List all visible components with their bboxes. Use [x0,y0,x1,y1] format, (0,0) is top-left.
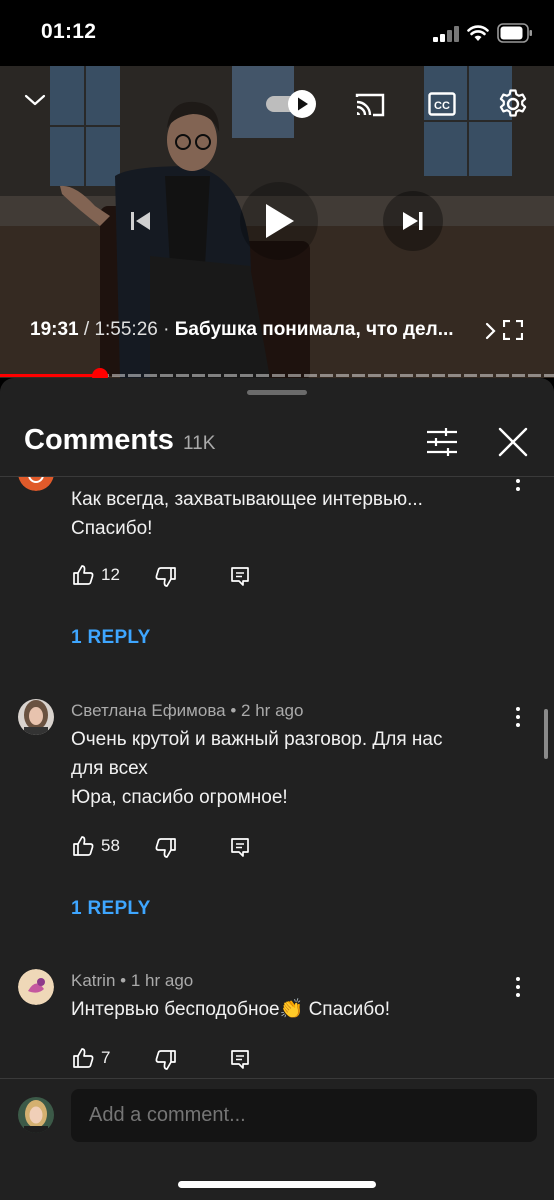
comment-meta: Светлана Ефимова • 2 hr ago [71,701,303,721]
chapter-title[interactable]: Бабушка понимала, что дел... [175,319,454,340]
settings-gear-icon[interactable] [497,88,529,120]
status-time: 01:12 [41,20,97,43]
playback-info[interactable]: 19:31 / 1:55:26 · Бабушка понимала, что … [30,319,500,341]
thumbs-down-icon[interactable] [155,1050,177,1070]
wifi-icon [467,25,489,41]
fullscreen-icon[interactable] [503,320,523,340]
current-time: 19:31 [30,319,79,340]
comments-scrollbar[interactable] [544,709,548,759]
view-replies-button[interactable]: 1 REPLY [71,898,151,920]
comments-list[interactable]: Как всегда, захватывающее интервью... Сп… [0,477,554,1077]
more-options-icon[interactable] [508,477,528,493]
close-icon[interactable] [497,426,529,458]
comment-text: Как всегда, захватывающее интервью... Сп… [71,489,423,539]
progress-fill [0,374,100,377]
view-replies-button[interactable]: 1 REPLY [71,627,151,649]
comment-author[interactable]: Светлана Ефимова [71,701,226,720]
reply-icon[interactable] [230,837,250,857]
comment-time: 1 hr ago [130,971,194,990]
like-button[interactable]: 7 [72,1048,110,1068]
comments-title: Comments [24,424,174,456]
comments-panel: Comments 11K Как всегда, захватывающее и… [0,378,554,1200]
like-count: 58 [101,836,120,855]
like-button[interactable]: 58 [72,836,120,856]
comment-text: Интервью бесподобное👏 Спасибо! [71,999,390,1020]
next-button[interactable] [383,191,443,251]
play-button[interactable] [240,182,318,260]
chapter-bullet: · [163,319,170,340]
comment-item: Katrin • 1 hr ago Интервью бесподобное👏 … [0,969,554,1077]
thumbs-down-icon[interactable] [155,838,177,858]
comments-count: 11K [183,433,216,454]
autoplay-toggle[interactable] [264,89,320,119]
svg-text:CC: CC [434,100,450,112]
video-player[interactable]: CC 19:31 / 1:55:26 · Бабушка понимала, ч… [0,66,554,378]
more-options-icon[interactable] [508,705,528,729]
thumbs-up-icon [73,836,94,856]
meta-dot: • [230,701,237,720]
reply-icon[interactable] [230,1049,250,1069]
avatar[interactable] [18,699,54,735]
comment-item: Светлана Ефимова • 2 hr ago Очень крутой… [0,699,554,959]
cellular-signal-icon [433,26,459,42]
meta-dot: • [120,971,127,990]
add-comment-input[interactable] [71,1089,537,1142]
avatar-image [18,477,54,491]
comment-time: 2 hr ago [241,701,304,720]
comment-text: Очень крутой и важный разговор. Для нас … [71,729,443,808]
like-count: 7 [101,1048,111,1067]
comment-author[interactable]: Katrin [71,971,115,990]
video-duration: 1:55:26 [94,319,158,340]
avatar[interactable] [18,477,54,491]
thumbs-up-icon [73,1048,94,1068]
more-options-icon[interactable] [508,975,528,999]
user-avatar-image [18,1097,54,1133]
play-icon [266,204,294,238]
comment-item: Как всегда, захватывающее интервью... Сп… [0,477,554,687]
autoplay-icon [266,90,316,118]
captions-icon[interactable]: CC [428,92,456,116]
like-count: 12 [101,565,120,584]
avatar-image [18,969,54,1005]
next-icon [403,212,423,230]
avatar-image [18,699,54,735]
time-separator: / [83,319,90,340]
avatar[interactable] [18,969,54,1005]
thumbs-up-icon [73,565,94,585]
status-bar: 01:12 [0,0,554,66]
chapter-chevron-right-icon[interactable] [484,322,496,340]
reply-icon[interactable] [230,566,250,586]
home-indicator[interactable] [178,1181,376,1188]
minimize-chevron-icon[interactable] [24,92,46,108]
sort-filter-icon[interactable] [424,426,460,458]
drag-handle[interactable] [247,390,307,395]
user-avatar [18,1097,54,1133]
comment-meta: Katrin • 1 hr ago [71,971,193,991]
previous-icon[interactable] [128,208,154,234]
cast-icon[interactable] [354,92,386,118]
thumbs-down-icon[interactable] [155,567,177,587]
battery-icon [497,23,532,43]
like-button[interactable]: 12 [72,565,120,585]
